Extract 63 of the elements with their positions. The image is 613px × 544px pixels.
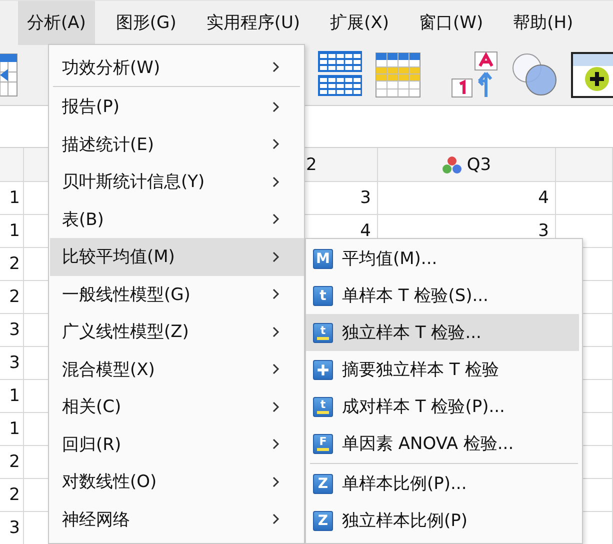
menu-item[interactable]: Z 单样本比例(P)... [306, 465, 579, 502]
table-cell: 3 [0, 347, 24, 380]
chevron-icon [272, 513, 280, 526]
menu-bar-item[interactable]: 帮助(H) [504, 0, 582, 44]
menu-bar-item[interactable]: 分析(A) [18, 0, 95, 44]
column-header[interactable]: Q3 [378, 148, 556, 182]
table-icon[interactable] [0, 52, 18, 98]
menu-item[interactable]: F 单因素 ANOVA 检验... [306, 425, 579, 462]
menu-item[interactable]: 比较平均值(M) [50, 238, 304, 276]
ordinal-icon [442, 156, 462, 174]
table-cell: 1 [0, 215, 24, 248]
menu-bar-item[interactable]: 窗口(W) [410, 0, 492, 44]
column-title: Q3 [466, 154, 492, 174]
table-cell: 2 [0, 281, 24, 314]
menu-item[interactable]: 报告(P) [50, 88, 304, 126]
chevron-icon [272, 476, 280, 488]
table-cell: 1 [0, 182, 24, 215]
chevron-icon [272, 100, 280, 113]
menu-item[interactable]: 回归(R) [50, 426, 304, 463]
letter-icon: t [313, 322, 333, 342]
table-cell: 2 [0, 248, 24, 281]
chevron-icon [272, 213, 280, 226]
table-cell: 1 [0, 380, 24, 413]
menu-item[interactable]: t 独立样本 T 检验... [306, 314, 579, 351]
menu-item[interactable]: 摘要独立样本 T 检验 [306, 351, 579, 388]
chevron-icon [272, 363, 280, 376]
letter-icon: M [313, 248, 333, 268]
add-icon[interactable] [571, 52, 613, 98]
chevron-icon [272, 438, 280, 450]
letter-icon: Z [313, 474, 333, 494]
menu-bar-item[interactable]: 实用程序(U) [197, 0, 310, 44]
chevron-icon [272, 288, 280, 300]
menu-bar-item[interactable]: 扩展(X) [321, 0, 398, 44]
menu-item[interactable]: 对数线性(O) [50, 463, 304, 500]
menu-item[interactable]: Z 独立样本比例(P) [306, 502, 579, 539]
menu-bar-item[interactable]: 图形(G) [106, 0, 186, 44]
chevron-icon [272, 326, 280, 338]
plus-icon [313, 360, 333, 380]
table-cell: 2 [0, 479, 24, 512]
chevron-icon [272, 400, 280, 413]
table-icon[interactable] [375, 52, 421, 98]
venn-icon[interactable] [511, 52, 559, 98]
chevron-icon [272, 176, 280, 188]
menu-item[interactable]: t 单样本 T 检验(S)... [306, 277, 579, 314]
menu-item[interactable]: 一般线性模型(G) [50, 276, 304, 313]
menu-item[interactable]: 混合模型(X) [50, 350, 304, 388]
chevron-icon [272, 61, 280, 73]
letter-icon: Z [313, 510, 333, 530]
chevron-icon [272, 138, 280, 150]
chevron-icon [272, 250, 280, 263]
table-cell: 2 [0, 446, 24, 479]
table-cell: 3 [0, 314, 24, 347]
table-cell: 4 [378, 182, 556, 215]
menu-item[interactable]: 广义线性模型(Z) [50, 313, 304, 350]
menu-item[interactable]: 相关(C) [50, 388, 304, 426]
letter-icon: F [313, 434, 333, 454]
table-cell [556, 182, 613, 215]
menu-item[interactable]: 神经网络 [50, 500, 304, 538]
menu-item[interactable]: t 成对样本 T 检验(P)... [306, 388, 579, 425]
letter-icon: t [313, 286, 333, 306]
table-cell: 1 [0, 413, 24, 446]
letter-icon: t [313, 396, 333, 416]
reorder-icon[interactable] [451, 50, 499, 98]
